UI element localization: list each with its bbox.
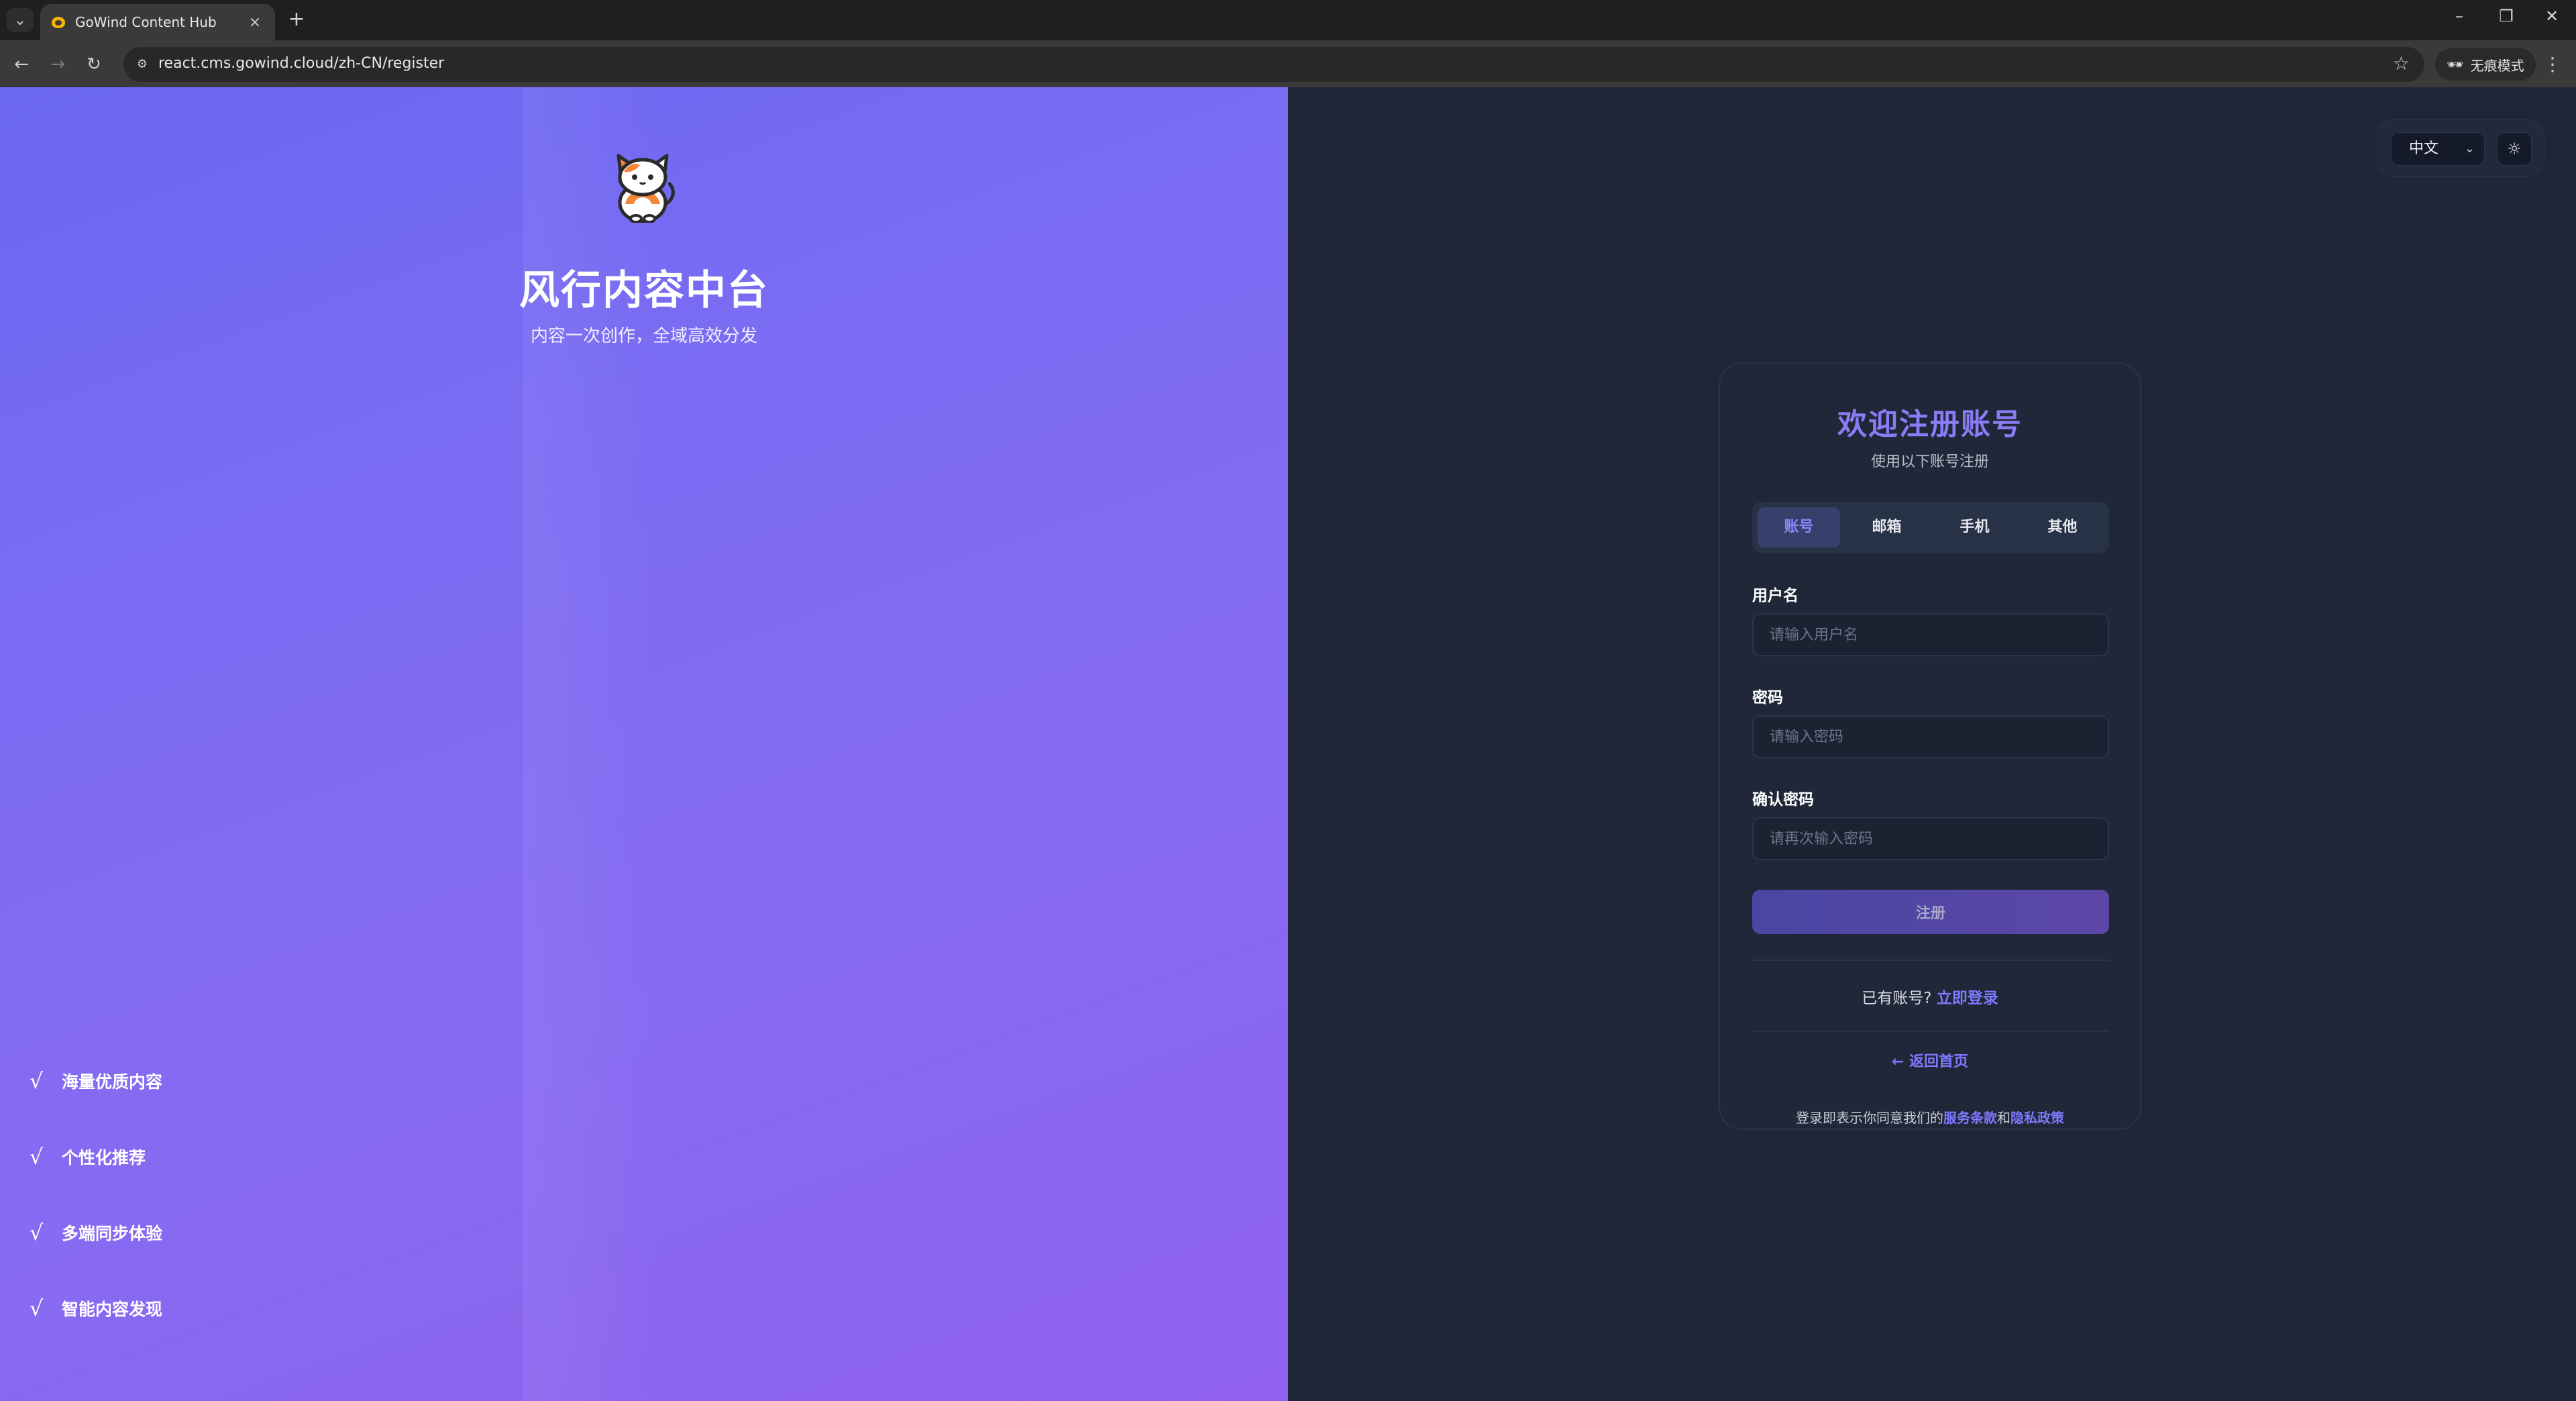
brand-title: 风行内容中台	[519, 267, 769, 314]
confirm-password-input[interactable]	[1752, 817, 2109, 860]
divider	[1752, 1031, 2109, 1032]
terms-of-service-link[interactable]: 服务条款	[1943, 1110, 1997, 1126]
feature-label: 智能内容发现	[62, 1300, 163, 1319]
back-home-link[interactable]: ← 返回首页	[1720, 1049, 2140, 1071]
cat-logo-icon	[616, 154, 675, 223]
browser-toolbar: ← → ↻ ⚙ react.cms.gowind.cloud/zh-CN/reg…	[0, 40, 2576, 87]
browser-menu-icon[interactable]: ⋮	[2542, 52, 2563, 76]
terms-prefix: 登录即表示你同意我们的	[1796, 1110, 1943, 1126]
password-input[interactable]	[1752, 715, 2109, 758]
top-controls: 中文 ⌄ ☼	[2377, 119, 2544, 177]
tab-phone[interactable]: 手机	[1933, 507, 2016, 548]
incognito-icon: 🕶	[2447, 56, 2464, 72]
register-method-tabs: 账号 邮箱 手机 其他	[1752, 502, 2109, 553]
tab-other[interactable]: 其他	[2021, 507, 2104, 548]
sun-icon: ☼	[2507, 140, 2522, 158]
terms-and: 和	[1997, 1110, 2010, 1126]
restore-icon[interactable]: ❐	[2493, 7, 2520, 25]
confirm-password-label: 确认密码	[1752, 791, 1814, 809]
divider	[1752, 959, 2109, 961]
address-bar[interactable]: ⚙ react.cms.gowind.cloud/zh-CN/register …	[123, 47, 2424, 82]
register-button[interactable]: 注册	[1752, 890, 2109, 934]
reload-icon[interactable]: ↻	[82, 52, 106, 76]
window-close-icon[interactable]: ✕	[2538, 7, 2565, 25]
site-settings-icon[interactable]: ⚙	[131, 54, 153, 75]
tab-account[interactable]: 账号	[1758, 507, 1840, 548]
bookmark-star-icon[interactable]: ☆	[2393, 52, 2410, 74]
feature-label: 多端同步体验	[62, 1224, 163, 1243]
register-card: 欢迎注册账号 使用以下账号注册 账号 邮箱 手机 其他 用户名 密码 确认密码 …	[1719, 362, 2141, 1130]
minimize-icon[interactable]: –	[2446, 7, 2473, 25]
browser-tab-strip: ⌄ GoWind Content Hub × + – ❐ ✕	[0, 0, 2576, 40]
language-select[interactable]: 中文 ⌄	[2391, 132, 2485, 166]
feature-label: 海量优质内容	[62, 1072, 163, 1092]
login-prompt: 已有账号? 立即登录	[1720, 985, 2140, 1008]
tab-email[interactable]: 邮箱	[1845, 507, 1928, 548]
back-arrow-icon[interactable]: ←	[9, 52, 34, 76]
language-value: 中文	[2409, 140, 2439, 157]
feature-item: √ 海量优质内容	[30, 1068, 162, 1094]
check-icon: √	[30, 1068, 44, 1094]
feature-item: √ 个性化推荐	[30, 1144, 146, 1170]
cat-favicon-icon	[51, 15, 66, 30]
theme-toggle-button[interactable]: ☼	[2497, 132, 2532, 166]
tab-search-chevron-icon[interactable]: ⌄	[7, 8, 34, 32]
hero-panel: 风行内容中台 内容一次创作，全域高效分发 √ 海量优质内容 √ 个性化推荐 √ …	[0, 87, 1288, 1401]
chevron-down-icon: ⌄	[2464, 142, 2475, 156]
password-label: 密码	[1752, 689, 1783, 707]
feature-item: √ 多端同步体验	[30, 1220, 162, 1245]
brand-subtitle: 内容一次创作，全域高效分发	[530, 326, 757, 346]
terms-notice: 登录即表示你同意我们的服务条款和隐私政策	[1720, 1107, 2140, 1127]
check-icon: √	[30, 1220, 44, 1245]
card-title: 欢迎注册账号	[1837, 407, 2023, 442]
tab-title: GoWind Content Hub	[75, 14, 217, 30]
incognito-label: 无痕模式	[2470, 57, 2524, 74]
tab-close-icon[interactable]: ×	[246, 14, 264, 31]
privacy-policy-link[interactable]: 隐私政策	[2010, 1110, 2064, 1126]
browser-tab-active[interactable]: GoWind Content Hub ×	[40, 4, 275, 40]
forward-arrow-icon[interactable]: →	[46, 52, 70, 76]
url-text[interactable]: react.cms.gowind.cloud/zh-CN/register	[158, 55, 444, 72]
login-now-link[interactable]: 立即登录	[1937, 990, 1998, 1007]
check-icon: √	[30, 1144, 44, 1170]
username-input[interactable]	[1752, 613, 2109, 656]
card-subtitle: 使用以下账号注册	[1870, 454, 1989, 470]
register-panel: 中文 ⌄ ☼ 欢迎注册账号 使用以下账号注册 账号 邮箱 手机 其他 用户名 密…	[1288, 87, 2576, 1401]
username-label: 用户名	[1752, 587, 1799, 605]
new-tab-button[interactable]: +	[284, 8, 309, 31]
check-icon: √	[30, 1296, 44, 1321]
have-account-text: 已有账号?	[1862, 990, 1932, 1007]
feature-item: √ 智能内容发现	[30, 1296, 162, 1321]
incognito-badge[interactable]: 🕶 无痕模式	[2435, 48, 2536, 81]
feature-label: 个性化推荐	[62, 1148, 146, 1168]
